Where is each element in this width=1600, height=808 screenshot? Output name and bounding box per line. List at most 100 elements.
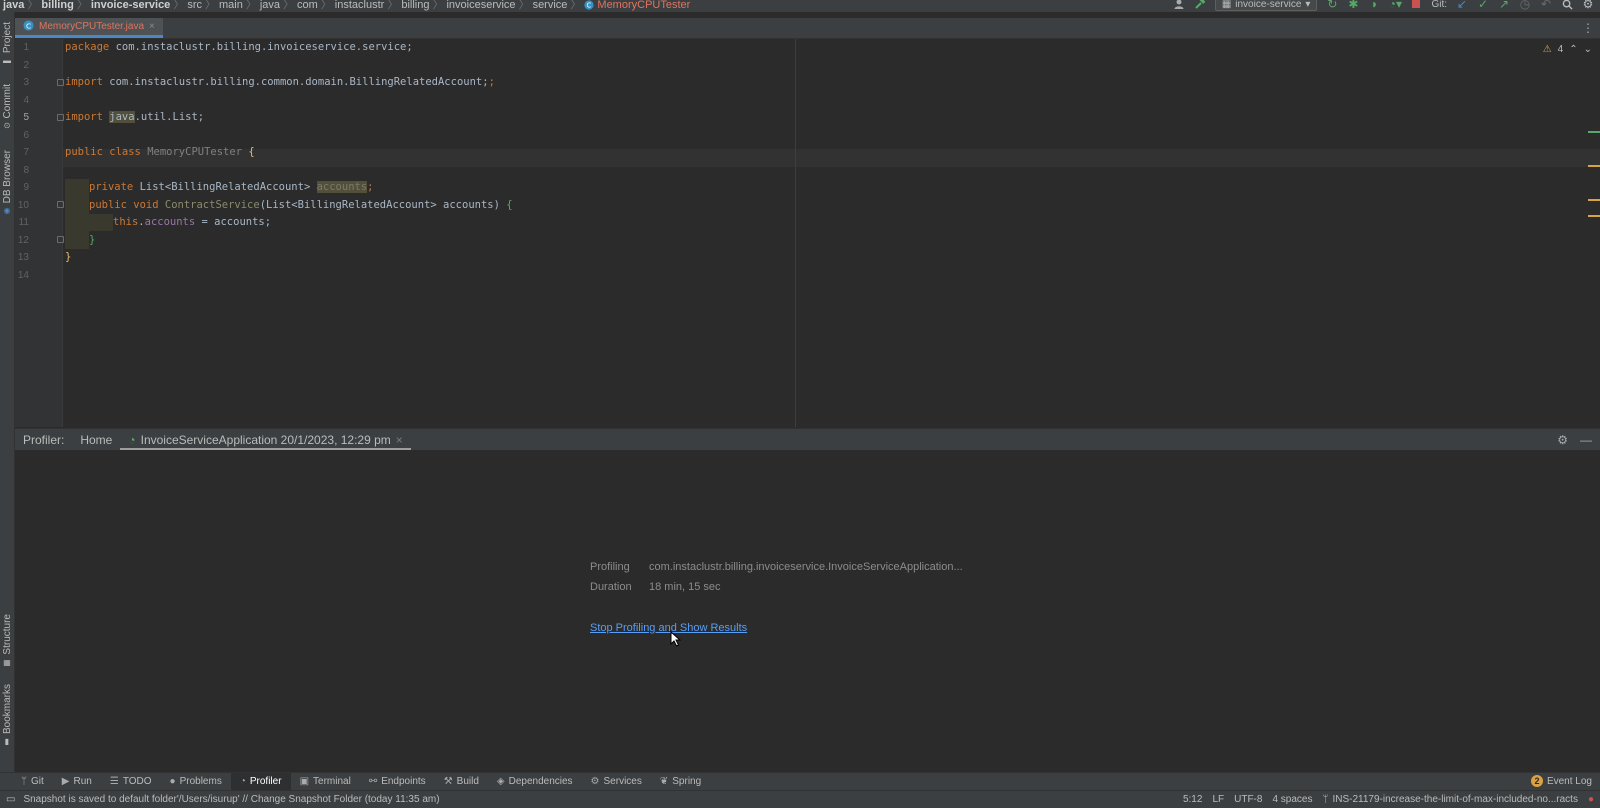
profiling-info-row: Profiling com.instaclustr.billing.invoic… [590,561,963,573]
breadcrumb-current-label: MemoryCPUTester [597,0,691,11]
user-icon[interactable] [1173,0,1185,10]
caret-position[interactable]: 5:12 [1183,794,1202,805]
tool-window-services[interactable]: ⚙ Services [582,773,651,791]
breadcrumb-item[interactable]: billing [398,0,432,11]
profiling-value: com.instaclustr.billing.invoiceservice.I… [649,561,963,573]
java-class-icon: C [584,0,594,10]
fold-marker-icon[interactable] [57,114,64,121]
stop-profiling-link[interactable]: Stop Profiling and Show Results [590,622,747,634]
breadcrumb-item[interactable]: com [294,0,321,11]
rerun-icon[interactable]: ↻ [1326,0,1338,11]
git-update-icon[interactable]: ↙ [1456,0,1468,11]
file-encoding[interactable]: UTF-8 [1234,794,1262,805]
field-token: accounts [144,216,196,228]
tool-window-git[interactable]: ᛘ Git [12,773,53,791]
line-separator[interactable]: LF [1212,794,1224,805]
tool-window-label: Dependencies [508,776,573,787]
fold-marker-icon[interactable] [57,201,64,208]
inspection-widget[interactable]: ⚠ 4 ⌃ ⌄ [1543,44,1592,55]
breadcrumb-item[interactable]: billing [38,0,76,11]
chevron-up-icon[interactable]: ⌃ [1569,44,1577,55]
breadcrumb-item[interactable]: java [257,0,283,11]
code-token: com.instaclustr.billing.invoiceservice.s… [109,41,413,53]
change-marker-stripe[interactable] [1588,131,1600,133]
tool-window-problems[interactable]: ● Problems [161,773,231,791]
navigation-bar: java 〉 billing 〉 invoice-service 〉 src 〉 main 〉 ja… [0,0,1600,12]
search-icon[interactable] [1561,0,1573,10]
git-commit-check-icon[interactable]: ✓ [1477,0,1489,11]
code-line-1: package com.instaclustr.billing.invoices… [65,39,413,57]
tabs-more-icon[interactable]: ⋮ [1582,21,1594,35]
tool-window-todo[interactable]: ☰ TODO [101,773,161,791]
coverage-shield-icon[interactable]: ◗ [1368,0,1380,11]
tool-window-endpoints[interactable]: ⚯ Endpoints [360,773,435,791]
breadcrumb-item[interactable]: service [530,0,571,11]
breadcrumb-item[interactable]: instaclustr [332,0,388,11]
commit-tool-tab[interactable]: Commit ⊙ [0,84,14,130]
settings-gear-icon[interactable]: ⚙ [1582,0,1594,11]
profiler-session-tab[interactable]: ◔ InvoiceServiceApplication 20/1/2023, 1… [120,429,411,451]
left-tool-strip: Project ▬ Commit ⊙ DB Browser ◉ Structur… [0,12,15,772]
close-session-icon[interactable]: × [396,433,403,447]
editor-tab-memorycputester[interactable]: C MemoryCPUTester.java × [15,18,163,38]
stop-icon[interactable] [1410,0,1422,10]
db-browser-tab-label: DB Browser [1,150,13,204]
history-clock-icon[interactable]: ◷ [1519,0,1531,11]
git-push-icon[interactable]: ↗ [1498,0,1510,11]
tool-window-profiler[interactable]: ◔ Profiler [230,772,291,791]
breadcrumb-item[interactable]: java [0,0,27,11]
notification-dot-icon[interactable]: ● [1588,794,1594,805]
tool-window-spring[interactable]: ❦ Spring [651,773,710,791]
breadcrumb-separator: 〉 [518,0,530,11]
profile-run-icon[interactable]: ◔▾ [1389,0,1402,11]
structure-tool-tab[interactable]: Structure ▦ [0,614,14,667]
code-editor[interactable]: 1 2 3 4 5 6 7 8 9 10 11 12 13 14 package… [15,39,1600,427]
db-browser-tool-tab[interactable]: DB Browser ◉ [0,150,14,215]
profiling-label: Profiling [590,561,630,573]
event-log-button[interactable]: 2 Event Log [1530,775,1592,787]
tool-window-dependencies[interactable]: ◈ Dependencies [488,773,582,791]
main-toolbar: ▦ invoice-service ▾ ↻ ✱ ◗ ◔▾ Git: ↙ ✓ ↗ … [1173,0,1600,11]
line-number: 7 [23,147,29,158]
fold-marker-icon[interactable] [57,236,64,243]
minimize-icon[interactable]: — [1580,433,1592,447]
status-message[interactable]: Snapshot is saved to default folder'/Use… [23,794,439,805]
fold-marker-icon[interactable] [57,79,64,86]
breadcrumb-current-item[interactable]: C MemoryCPUTester [581,0,693,11]
chevron-down-icon[interactable]: ⌄ [1584,44,1592,55]
close-tab-icon[interactable]: × [149,21,155,32]
project-tool-tab[interactable]: Project ▬ [0,22,14,65]
folder-icon: ▬ [3,56,11,66]
settings-gear-icon[interactable]: ⚙ [1557,433,1568,447]
code-token: List<BillingRelatedAccount> [133,181,317,193]
keyword-token: public class [65,146,141,158]
breadcrumb-item[interactable]: src [184,0,205,11]
code-token: (List<BillingRelatedAccount> accounts) [259,198,507,211]
debug-bug-icon[interactable]: ✱ [1347,0,1359,11]
breadcrumb-item[interactable]: main [216,0,246,11]
profiler-session-content: Profiling com.instaclustr.billing.invoic… [15,450,1600,772]
breadcrumb-separator: 〉 [387,0,399,11]
tool-window-bar: ᛘ Git ▶ Run ☰ TODO ● Problems ◔ Profiler ▣ Terminal… [0,772,1600,791]
rollback-icon[interactable]: ↶ [1540,0,1552,11]
warning-marker-stripe[interactable] [1588,199,1600,201]
run-configuration-dropdown[interactable]: ▦ invoice-service ▾ [1214,0,1318,11]
tool-window-run[interactable]: ▶ Run [53,773,101,791]
indent-setting[interactable]: 4 spaces [1272,794,1312,805]
line-number-gutter: 1 2 3 4 5 6 7 8 9 10 11 12 13 14 [15,39,64,427]
tool-window-build[interactable]: ⚒ Build [435,773,488,791]
tool-window-terminal[interactable]: ▣ Terminal [291,773,360,791]
breadcrumb-item[interactable]: invoiceservice [443,0,518,11]
breadcrumb-item[interactable]: invoice-service [88,0,174,11]
status-panel-icon[interactable]: ▭ [6,794,15,805]
bookmarks-tool-tab[interactable]: Bookmarks ▮ [0,684,14,746]
build-hammer-icon[interactable] [1194,0,1206,10]
breadcrumb-separator: 〉 [173,0,185,11]
warning-marker-stripe[interactable] [1588,165,1600,167]
profiler-home-tab[interactable]: Home [72,429,120,451]
code-token-highlight: java [109,111,135,123]
warning-marker-stripe[interactable] [1588,215,1600,217]
database-icon: ◉ [3,206,11,216]
code-token: com.instaclustr.billing.common.domain.Bi… [102,76,489,88]
git-branch-widget[interactable]: ᛘ INS-21179-increase-the-limit-of-max-in… [1322,794,1577,805]
